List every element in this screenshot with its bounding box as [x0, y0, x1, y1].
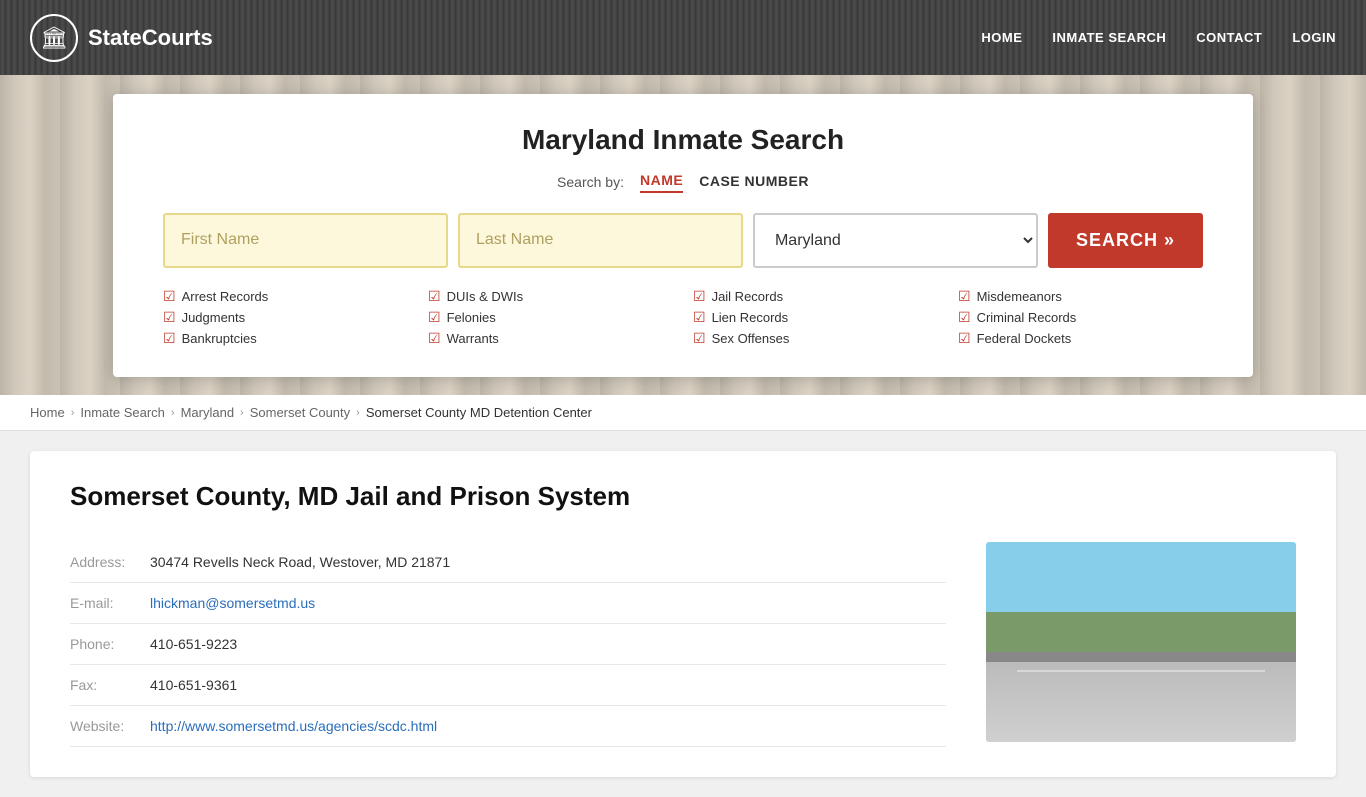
breadcrumb-sep-3: ›: [240, 407, 244, 419]
facility-image: [986, 542, 1296, 742]
feature-criminal-records: ☑ Criminal Records: [958, 309, 1203, 326]
breadcrumb-inmate-search[interactable]: Inmate Search: [80, 405, 165, 420]
check-icon: ☑: [428, 309, 441, 326]
breadcrumb: Home › Inmate Search › Maryland › Somers…: [0, 395, 1366, 431]
hero-section: Maryland Inmate Search Search by: NAME C…: [0, 75, 1366, 395]
nav: HOME INMATE SEARCH CONTACT LOGIN: [981, 30, 1336, 45]
features-grid: ☑ Arrest Records ☑ DUIs & DWIs ☑ Jail Re…: [163, 288, 1203, 347]
nav-contact[interactable]: CONTACT: [1196, 30, 1262, 45]
address-row: Address: 30474 Revells Neck Road, Westov…: [70, 542, 946, 583]
address-label: Address:: [70, 554, 150, 570]
fax-row: Fax: 410-651-9361: [70, 665, 946, 706]
nav-home[interactable]: HOME: [981, 30, 1022, 45]
check-icon: ☑: [693, 309, 706, 326]
website-link[interactable]: http://www.somersetmd.us/agencies/scdc.h…: [150, 718, 437, 734]
facility-title: Somerset County, MD Jail and Prison Syst…: [70, 481, 1296, 512]
breadcrumb-somerset[interactable]: Somerset County: [250, 405, 350, 420]
nav-login[interactable]: LOGIN: [1292, 30, 1336, 45]
email-label: E-mail:: [70, 595, 150, 611]
breadcrumb-sep-4: ›: [356, 407, 360, 419]
phone-value: 410-651-9223: [150, 636, 237, 652]
check-icon: ☑: [163, 330, 176, 347]
feature-misdemeanors: ☑ Misdemeanors: [958, 288, 1203, 305]
tab-case-number[interactable]: CASE NUMBER: [699, 173, 809, 192]
check-icon: ☑: [428, 330, 441, 347]
feature-arrest-records: ☑ Arrest Records: [163, 288, 408, 305]
check-icon: ☑: [958, 288, 971, 305]
feature-lien-records: ☑ Lien Records: [693, 309, 938, 326]
feature-sex-offenses: ☑ Sex Offenses: [693, 330, 938, 347]
search-button[interactable]: SEARCH »: [1048, 213, 1203, 268]
search-title: Maryland Inmate Search: [163, 124, 1203, 156]
email-row: E-mail: lhickman@somersetmd.us: [70, 583, 946, 624]
phone-label: Phone:: [70, 636, 150, 652]
check-icon: ☑: [958, 330, 971, 347]
fax-label: Fax:: [70, 677, 150, 693]
search-card: Maryland Inmate Search Search by: NAME C…: [113, 94, 1253, 377]
search-by-row: Search by: NAME CASE NUMBER: [163, 172, 1203, 193]
address-value: 30474 Revells Neck Road, Westover, MD 21…: [150, 554, 450, 570]
website-value: http://www.somersetmd.us/agencies/scdc.h…: [150, 718, 437, 734]
check-icon: ☑: [693, 330, 706, 347]
facility-info: Address: 30474 Revells Neck Road, Westov…: [70, 542, 946, 747]
facility-card: Somerset County, MD Jail and Prison Syst…: [30, 451, 1336, 777]
feature-warrants: ☑ Warrants: [428, 330, 673, 347]
breadcrumb-maryland[interactable]: Maryland: [181, 405, 234, 420]
logo[interactable]: 🏛 StateCourts: [30, 14, 213, 62]
feature-bankruptcies: ☑ Bankruptcies: [163, 330, 408, 347]
breadcrumb-sep-2: ›: [171, 407, 175, 419]
state-select[interactable]: Maryland Alabama Alaska Arizona Californ…: [753, 213, 1038, 268]
logo-icon: 🏛: [30, 14, 78, 62]
main-content: Somerset County, MD Jail and Prison Syst…: [0, 431, 1366, 797]
logo-text: StateCourts: [88, 25, 213, 51]
tab-name[interactable]: NAME: [640, 172, 683, 193]
facility-details: Address: 30474 Revells Neck Road, Westov…: [70, 542, 1296, 747]
search-inputs-row: Maryland Alabama Alaska Arizona Californ…: [163, 213, 1203, 268]
feature-judgments: ☑ Judgments: [163, 309, 408, 326]
nav-inmate-search[interactable]: INMATE SEARCH: [1052, 30, 1166, 45]
check-icon: ☑: [163, 288, 176, 305]
website-row: Website: http://www.somersetmd.us/agenci…: [70, 706, 946, 747]
breadcrumb-current: Somerset County MD Detention Center: [366, 405, 592, 420]
phone-row: Phone: 410-651-9223: [70, 624, 946, 665]
email-link[interactable]: lhickman@somersetmd.us: [150, 595, 315, 611]
feature-felonies: ☑ Felonies: [428, 309, 673, 326]
breadcrumb-home[interactable]: Home: [30, 405, 65, 420]
check-icon: ☑: [693, 288, 706, 305]
check-icon: ☑: [428, 288, 441, 305]
feature-duis: ☑ DUIs & DWIs: [428, 288, 673, 305]
last-name-input[interactable]: [458, 213, 743, 268]
feature-federal-dockets: ☑ Federal Dockets: [958, 330, 1203, 347]
website-label: Website:: [70, 718, 150, 734]
search-by-label: Search by:: [557, 174, 624, 190]
first-name-input[interactable]: [163, 213, 448, 268]
fax-value: 410-651-9361: [150, 677, 237, 693]
check-icon: ☑: [163, 309, 176, 326]
header: 🏛 StateCourts HOME INMATE SEARCH CONTACT…: [0, 0, 1366, 75]
feature-jail-records: ☑ Jail Records: [693, 288, 938, 305]
breadcrumb-sep-1: ›: [71, 407, 75, 419]
check-icon: ☑: [958, 309, 971, 326]
email-value: lhickman@somersetmd.us: [150, 595, 315, 611]
